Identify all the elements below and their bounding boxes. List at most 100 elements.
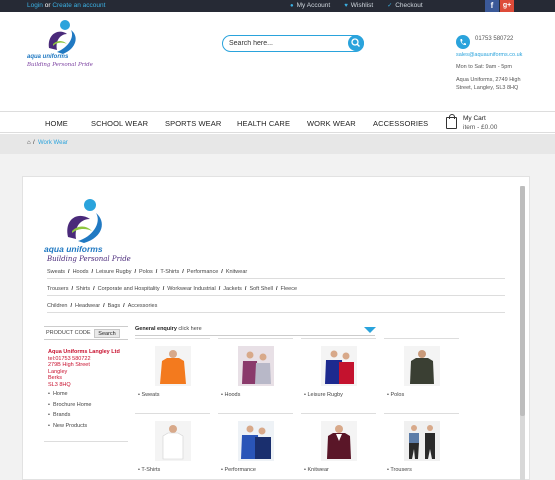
nav-work-wear[interactable]: WORK WEAR [307,119,356,128]
category-link[interactable]: Jackets [223,286,242,292]
nav-home[interactable]: HOME [45,119,68,128]
side-link-home[interactable]: • Home [48,389,91,400]
category-link[interactable]: Accessories [128,303,158,309]
nav-school-wear[interactable]: SCHOOL WEAR [91,119,148,128]
category-link[interactable]: Children [47,303,67,309]
sweatshirt-photo-icon[interactable] [155,346,191,386]
side-link-brochure[interactable]: • Brochure Home [48,400,91,411]
side-link-label: New Products [52,422,88,429]
trousers-photo-icon[interactable] [404,421,440,461]
side-link-brands[interactable]: • Brands [48,410,91,421]
category-link[interactable]: Trousers [47,286,69,292]
category-link[interactable]: Shirts [76,286,90,292]
category-row: Sweats / Hoods / Leisure Rugby / Polos / T-Shirt… [47,269,505,279]
logo-tagline: Building Personal Pride [27,62,93,68]
address: Aqua Uniforms, 2749 High Street, Langley… [456,77,521,91]
category-link[interactable]: Polos [139,269,153,275]
product-card[interactable]: • Leisure Rugby [301,338,376,406]
cart-title[interactable]: My Cart [463,115,486,122]
product-code-search-button[interactable]: Search [94,329,120,338]
login-or: or [44,2,51,9]
product-card[interactable]: • Performance [218,413,293,480]
facebook-icon[interactable]: f [485,0,499,12]
checkout-link[interactable]: ✓ Checkout [387,2,423,9]
product-card[interactable]: • Polos [384,338,459,406]
search-icon [351,38,360,47]
product-name: Sweats [141,392,160,398]
product-name: Hoods [224,392,241,398]
product-card[interactable]: • Hoods [218,338,293,406]
logo-text: aqua uniforms [27,54,69,60]
enquiry-link[interactable]: click here [178,326,201,332]
category-link[interactable]: Corporate and Hospitality [98,286,160,292]
shopping-bag-icon[interactable] [446,114,457,129]
bullet-icon: • [48,391,50,397]
product-card[interactable]: • Sweats [135,338,210,406]
side-link-label: Brands [52,412,71,418]
catalog-logo-tagline: Building Personal Pride [47,255,131,263]
rugby-shirt-photo-icon[interactable] [321,346,357,386]
phone-number[interactable]: 01753 580722 [475,36,513,42]
polo-photo-icon[interactable] [404,346,440,386]
product-card[interactable]: • Trousers [384,413,459,480]
login-link[interactable]: Login [27,2,43,9]
search-box [222,35,364,52]
bullet-icon: • [48,412,50,418]
wishlist-label: Wishlist [350,2,374,9]
product-card[interactable]: • T-Shirts [135,413,210,480]
search-button[interactable] [348,35,364,51]
product-label: • Knitwear [304,467,329,473]
category-link[interactable]: Performance [187,269,219,275]
logo-mark-icon [48,20,76,54]
nav-health-care[interactable]: HEALTH CARE [237,119,290,128]
category-link[interactable]: Leisure Rugby [96,269,131,275]
enquiry-bold: General enquiry [135,326,177,332]
my-account-link[interactable]: ● My Account [290,2,330,9]
hoodie-photo-icon[interactable] [238,346,274,386]
email-link[interactable]: sales@aquauniforms.co.uk [456,52,522,58]
category-link[interactable]: Knitwear [226,269,247,275]
product-card[interactable]: • Knitwear [301,413,376,480]
nav-sports-wear[interactable]: SPORTS WEAR [165,119,221,128]
category-link[interactable]: Sweats [47,269,65,275]
breadcrumb-current[interactable]: Work Wear [38,140,68,146]
category-link[interactable]: Soft Shell [249,286,273,292]
search-input[interactable] [229,38,344,49]
category-link[interactable]: Headwear [75,303,100,309]
product-label: • Sweats [138,392,160,398]
product-label: • Polos [387,392,405,398]
side-link-label: Brochure Home [52,401,92,408]
shop-address: Aqua Uniforms Langley Ltd tel:01753 5807… [48,349,120,388]
product-name: T-Shirts [141,467,161,473]
category-link[interactable]: Hoods [73,269,89,275]
shop-name: Aqua Uniforms Langley Ltd [48,349,120,355]
product-label: • Performance [221,467,256,473]
category-link[interactable]: T-Shirts [160,269,179,275]
bullet-icon: • [48,422,50,429]
scrollbar-thumb[interactable] [520,186,525,416]
chevron-down-icon[interactable] [364,327,376,333]
side-link-new-products[interactable]: • New Products [48,421,91,432]
product-label: • Leisure Rugby [304,392,343,398]
frame-scrollbar[interactable] [520,186,525,480]
category-link[interactable]: Workwear Industrial [167,286,216,292]
product-label: • Hoods [221,392,241,398]
product-name: Knitwear [307,467,329,473]
user-icon: ● [290,3,294,9]
performance-photo-icon[interactable] [238,421,274,461]
general-enquiry-bar[interactable]: General enquiry click here [135,324,376,336]
home-icon[interactable]: ⌂ [27,140,31,146]
wishlist-link[interactable]: ♥ Wishlist [344,2,373,9]
product-label: • Trousers [387,467,412,473]
t-shirt-photo-icon[interactable] [155,421,191,461]
product-code-label: PRODUCT CODE [46,330,91,336]
create-account-link[interactable]: Create an account [52,2,105,9]
knitwear-photo-icon[interactable] [321,421,357,461]
nav-accessories[interactable]: ACCESSORIES [373,119,428,128]
category-link[interactable]: Bags [108,303,121,309]
shop-postcode: SL3 8HQ [48,381,71,388]
google-plus-icon[interactable]: g+ [500,0,514,12]
category-link[interactable]: Fleece [281,286,298,292]
product-name: Trousers [390,467,412,473]
bullet-icon: • [48,401,50,408]
